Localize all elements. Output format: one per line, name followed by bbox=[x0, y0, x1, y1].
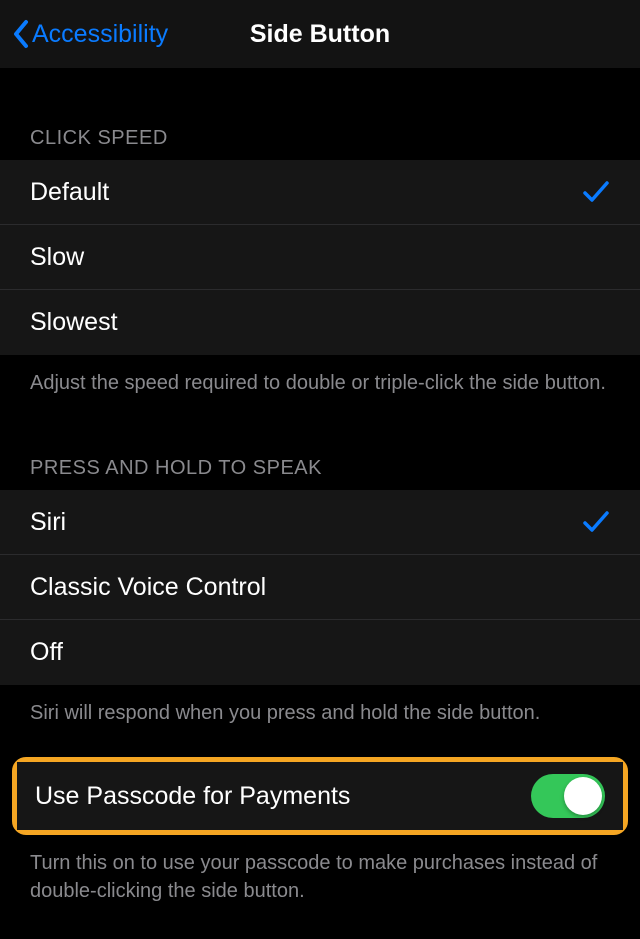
checkmark-icon bbox=[582, 508, 610, 536]
click-speed-option-slowest[interactable]: Slowest bbox=[0, 290, 640, 355]
back-label: Accessibility bbox=[32, 20, 168, 49]
press-hold-footer: Siri will respond when you press and hol… bbox=[0, 685, 640, 747]
option-label: Siri bbox=[30, 508, 66, 537]
passcode-payments-row[interactable]: Use Passcode for Payments bbox=[17, 762, 623, 830]
click-speed-footer: Adjust the speed required to double or t… bbox=[0, 355, 640, 417]
back-button[interactable]: Accessibility bbox=[12, 19, 168, 49]
click-speed-option-slow[interactable]: Slow bbox=[0, 225, 640, 290]
passcode-label: Use Passcode for Payments bbox=[35, 782, 350, 811]
option-label: Slow bbox=[30, 243, 84, 272]
option-label: Off bbox=[30, 638, 63, 667]
option-label: Slowest bbox=[30, 308, 118, 337]
click-speed-list: Default Slow Slowest bbox=[0, 160, 640, 355]
page-title: Side Button bbox=[250, 20, 390, 49]
press-hold-header: PRESS AND HOLD TO SPEAK bbox=[0, 417, 640, 490]
option-label: Classic Voice Control bbox=[30, 573, 266, 602]
click-speed-option-default[interactable]: Default bbox=[0, 160, 640, 225]
press-hold-list: Siri Classic Voice Control Off bbox=[0, 490, 640, 685]
checkmark-icon bbox=[582, 178, 610, 206]
press-hold-option-off[interactable]: Off bbox=[0, 620, 640, 685]
navigation-header: Accessibility Side Button bbox=[0, 0, 640, 68]
passcode-toggle[interactable] bbox=[531, 774, 605, 818]
chevron-left-icon bbox=[12, 19, 30, 49]
passcode-footer: Turn this on to use your passcode to mak… bbox=[0, 835, 640, 925]
press-hold-option-classic[interactable]: Classic Voice Control bbox=[0, 555, 640, 620]
click-speed-header: CLICK SPEED bbox=[0, 72, 640, 160]
press-hold-option-siri[interactable]: Siri bbox=[0, 490, 640, 555]
option-label: Default bbox=[30, 178, 109, 207]
passcode-highlight-box: Use Passcode for Payments bbox=[12, 757, 628, 835]
toggle-knob bbox=[564, 777, 602, 815]
